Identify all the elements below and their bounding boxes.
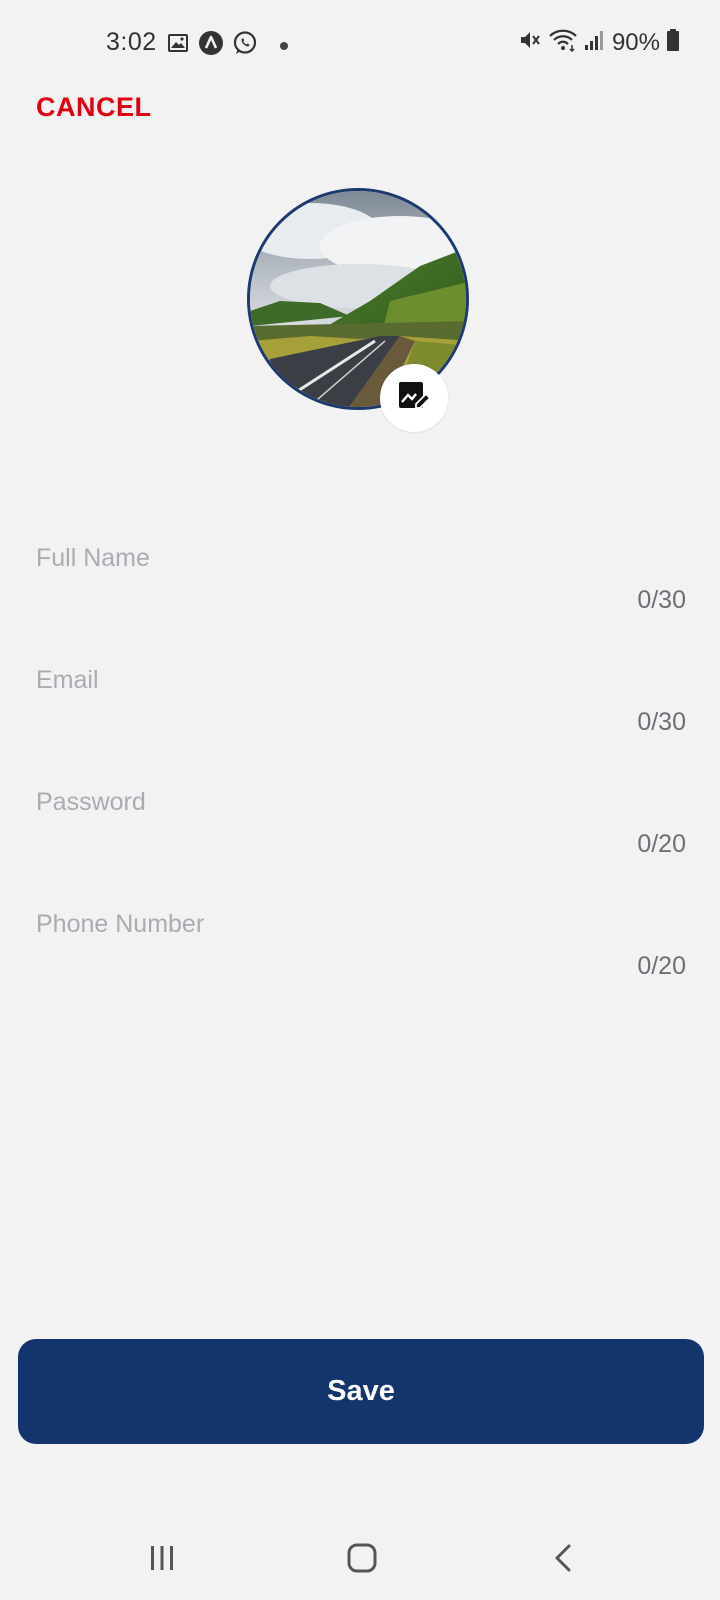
battery-percent: 90% [611, 28, 660, 56]
status-icons-left [166, 30, 288, 61]
mute-icon [518, 28, 542, 57]
status-icons-right: 90% [518, 28, 680, 57]
signal-icon [584, 28, 606, 57]
email-counter: 0/30 [637, 708, 686, 736]
recent-apps-button[interactable] [122, 1520, 202, 1600]
full-name-input[interactable] [36, 536, 686, 580]
battery-icon [666, 28, 680, 57]
full-name-counter: 0/30 [637, 586, 686, 614]
home-button[interactable] [322, 1520, 402, 1600]
system-nav-bar [0, 1520, 720, 1600]
password-counter: 0/20 [637, 830, 686, 858]
save-button[interactable]: Save [18, 1339, 704, 1444]
status-time: 3:02 [106, 28, 157, 56]
cancel-button[interactable]: CANCEL [36, 92, 152, 123]
app-icon [198, 30, 224, 61]
notification-dot [280, 41, 288, 50]
full-name-field: 0/30 [36, 536, 686, 636]
edit-photo-button[interactable] [380, 364, 448, 432]
email-input[interactable] [36, 658, 686, 702]
password-field: 0/20 [36, 780, 686, 880]
phone-number-counter: 0/20 [637, 952, 686, 980]
status-bar: 3:02 90% [0, 0, 720, 90]
save-button-label: Save [327, 1375, 395, 1407]
password-input[interactable] [36, 780, 686, 824]
back-icon [549, 1543, 579, 1578]
email-field: 0/30 [36, 658, 686, 758]
whatsapp-icon [232, 30, 258, 61]
wifi-icon [548, 28, 578, 57]
phone-number-field: 0/20 [36, 902, 686, 1002]
edit-photo-icon [396, 378, 432, 419]
phone-number-input[interactable] [36, 902, 686, 946]
gallery-icon [166, 31, 190, 60]
home-icon [346, 1542, 378, 1579]
back-button[interactable] [524, 1520, 604, 1600]
recent-apps-icon [147, 1543, 177, 1578]
